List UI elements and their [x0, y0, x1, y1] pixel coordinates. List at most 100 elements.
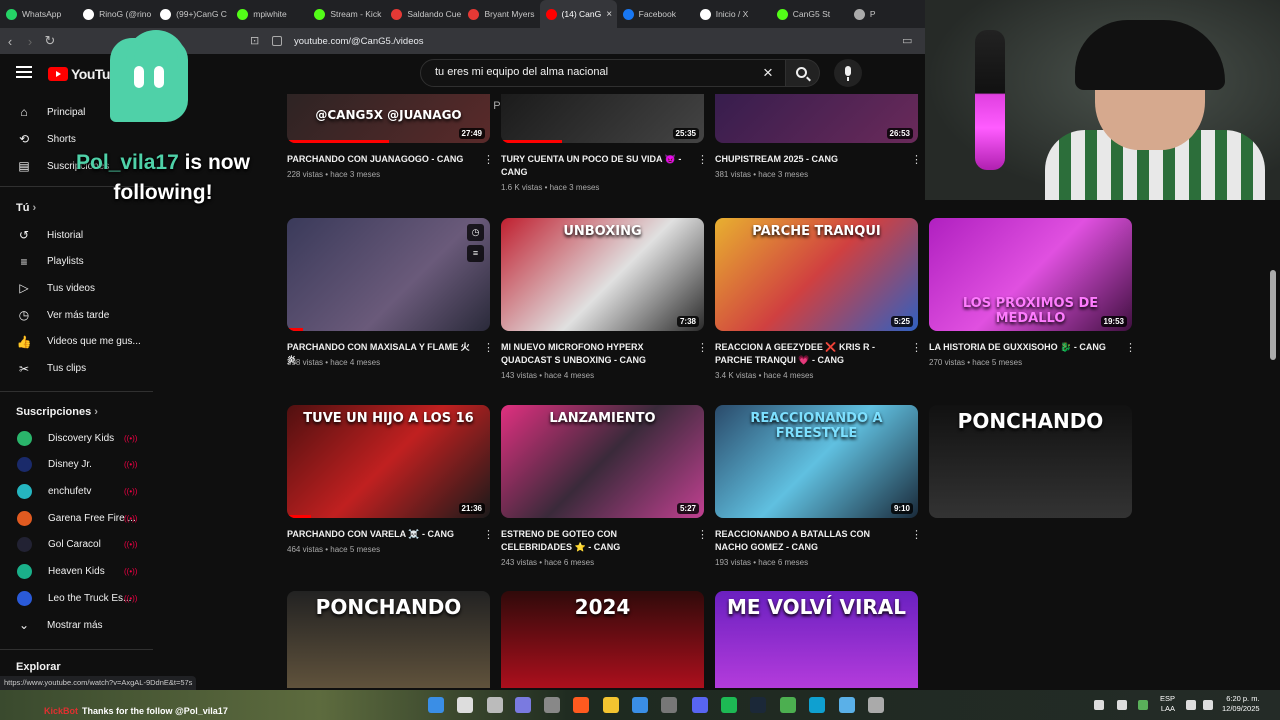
video-thumbnail[interactable]: PONCHANDO [287, 591, 490, 688]
task-view-icon[interactable] [487, 697, 503, 713]
video-thumbnail[interactable]: PARCHE TRANQUI 5:25 [715, 218, 918, 331]
spotify-icon[interactable] [721, 697, 737, 713]
browser-tab[interactable]: Stream - Kick [308, 0, 385, 28]
video-title[interactable]: LA HISTORIA DE GUXXISOHO 🐉 - CANG [929, 341, 1117, 354]
sidebar-subscription[interactable]: Gol Caracol ((•)) [0, 532, 155, 558]
sidebar-subscription[interactable]: Leo the Truck Es... ((•)) [0, 585, 155, 611]
video-title[interactable]: PARCHANDO CON VARELA ☠️ - CANG [287, 528, 475, 541]
sidebar-item-you[interactable]: ✂ Tus clips [0, 356, 155, 382]
app-icon[interactable] [544, 697, 560, 713]
video-thumbnail[interactable]: LOS PROXIMOS DE MEDALLO 19:53 [929, 218, 1132, 331]
edge-icon[interactable] [809, 697, 825, 713]
video-title[interactable]: REACCION A GEEZYDEE ❌ KRIS R - PARCHE TR… [715, 341, 903, 367]
browser-tab[interactable]: CanG5 St [771, 0, 848, 28]
browser-tab[interactable]: Saldando Cue [385, 0, 462, 28]
video-title[interactable]: MI NUEVO MICROFONO HYPERX QUADCAST S UNB… [501, 341, 689, 367]
clear-search-icon[interactable]: × [763, 63, 773, 83]
video-thumbnail[interactable]: ME VOLVÍ VIRAL [715, 591, 918, 688]
sidebar-item-you[interactable]: 👍 Videos que me gus... [0, 329, 155, 355]
sidebar-item-you[interactable]: ◷ Ver más tarde [0, 302, 155, 328]
discord-icon[interactable] [692, 697, 708, 713]
speaker-icon[interactable] [1203, 700, 1213, 710]
search-button[interactable] [786, 59, 820, 87]
voice-search-icon[interactable] [834, 59, 862, 87]
language-indicator[interactable]: ESP LAA [1160, 694, 1175, 714]
browser-tab[interactable]: WhatsApp [0, 0, 77, 28]
sidebar-subscription[interactable]: Disney Jr. ((•)) [0, 452, 155, 478]
video-thumbnail[interactable]: PONCHANDO [929, 405, 1132, 518]
browser-tab[interactable]: Inicio / X [694, 0, 771, 28]
forward-icon[interactable]: › [20, 34, 40, 49]
page-scrollbar[interactable] [1270, 270, 1276, 360]
video-card[interactable]: PARCHE TRANQUI 5:25 REACCION A GEEZYDEE ❌ … [715, 218, 922, 380]
tab-search-icon[interactable]: ▭ [902, 34, 912, 47]
video-thumbnail[interactable]: TUVE UN HIJO A LOS 16 21:36 [287, 405, 490, 518]
app2-icon[interactable] [839, 697, 855, 713]
video-thumbnail[interactable]: ◷ ≡ [287, 218, 490, 331]
sidebar-you-header[interactable]: Tú › [16, 202, 36, 214]
windows-start-icon[interactable] [428, 697, 444, 713]
chrome-icon[interactable] [780, 697, 796, 713]
video-title[interactable]: CHUPISTREAM 2025 - CANG [715, 153, 903, 166]
video-card[interactable]: @CANG5X @JUANAGO 27:49 PARCHANDO CON JUANA… [287, 94, 494, 179]
battery-icon[interactable] [1186, 700, 1196, 710]
app3-icon[interactable] [868, 697, 884, 713]
video-card[interactable]: 2024 [501, 591, 704, 688]
sidebar-subscriptions-header[interactable]: Suscripciones › [16, 406, 98, 418]
browser-tab[interactable]: (14) CanG × [539, 0, 617, 28]
video-thumbnail[interactable]: LANZAMIENTO 5:27 [501, 405, 704, 518]
video-card[interactable]: ME VOLVÍ VIRAL [715, 591, 918, 688]
video-card[interactable]: 25:35 TURY CUENTA UN POCO DE SU VIDA 👿 - … [501, 94, 708, 192]
video-thumbnail[interactable]: 2024 [501, 591, 704, 688]
search-icon[interactable] [457, 697, 473, 713]
browser-tab[interactable]: Facebook [617, 0, 694, 28]
video-card[interactable]: REACCIONANDO A FREESTYLE 9:10 REACCIONANDO… [715, 405, 922, 567]
video-title[interactable]: TURY CUENTA UN POCO DE SU VIDA 👿 - CANG [501, 153, 689, 179]
sidebar-item-you[interactable]: ▷ Tus videos [0, 275, 155, 301]
tool-icon[interactable] [661, 697, 677, 713]
browser-tab[interactable]: (99+)CanG C [154, 0, 231, 28]
store-icon[interactable] [632, 697, 648, 713]
more-options-icon[interactable]: ⋮ [483, 341, 494, 354]
more-options-icon[interactable]: ⋮ [911, 341, 922, 354]
more-options-icon[interactable]: ⋮ [911, 528, 922, 541]
sidebar-item-you[interactable]: ↺ Historial [0, 222, 155, 248]
tab-close-icon[interactable]: × [606, 9, 612, 20]
site-info-icon[interactable] [272, 36, 282, 46]
url-field[interactable]: youtube.com/@CanG5./videos [272, 33, 424, 49]
video-thumbnail[interactable]: 25:35 [501, 94, 704, 143]
brave-browser-icon[interactable] [573, 697, 589, 713]
reload-icon[interactable]: ↻ [40, 33, 60, 49]
sidebar-show-more[interactable]: ⌄ Mostrar más [0, 612, 155, 638]
add-to-queue-icon[interactable]: ≡ [467, 245, 484, 262]
menu-icon[interactable] [16, 66, 32, 78]
wifi-icon[interactable] [1117, 700, 1127, 710]
video-title[interactable]: PARCHANDO CON JUANAGOGO - CANG [287, 153, 475, 166]
more-options-icon[interactable]: ⋮ [911, 153, 922, 166]
search-box[interactable]: × [420, 59, 786, 87]
more-options-icon[interactable]: ⋮ [1125, 341, 1136, 354]
video-thumbnail[interactable]: 26:53 [715, 94, 918, 143]
video-card[interactable]: LOS PROXIMOS DE MEDALLO 19:53 LA HISTORIA … [929, 218, 1136, 367]
browser-tab[interactable]: P [848, 0, 925, 28]
video-thumbnail[interactable]: UNBOXING 7:38 [501, 218, 704, 331]
video-title[interactable]: ESTRENO DE GOTEO CON CELEBRIDADES ⭐ - CA… [501, 528, 689, 554]
video-card[interactable]: PONCHANDO [287, 591, 490, 688]
file-explorer-icon[interactable] [603, 697, 619, 713]
video-card[interactable]: ◷ ≡ PARCHANDO CON MAXISALA Y FLAME 火炎 398 v… [287, 218, 494, 367]
video-thumbnail[interactable]: REACCIONANDO A FREESTYLE 9:10 [715, 405, 918, 518]
video-card[interactable]: PONCHANDO [929, 405, 1132, 518]
sidebar-subscription[interactable]: enchufetv ((•)) [0, 478, 155, 504]
steam-icon[interactable] [750, 697, 766, 713]
meet-icon[interactable] [515, 697, 531, 713]
system-clock[interactable]: 6:20 p. m. 12/09/2025 [1222, 694, 1260, 714]
more-options-icon[interactable]: ⋮ [483, 153, 494, 166]
more-options-icon[interactable]: ⋮ [697, 528, 708, 541]
browser-tab[interactable]: RinoG (@rino [77, 0, 154, 28]
video-card[interactable]: LANZAMIENTO 5:27 ESTRENO DE GOTEO CON CELE… [501, 405, 708, 567]
more-options-icon[interactable]: ⋮ [697, 153, 708, 166]
sidebar-subscription[interactable]: Heaven Kids ((•)) [0, 559, 155, 585]
browser-tab[interactable]: mpiwhite [231, 0, 308, 28]
more-options-icon[interactable]: ⋮ [483, 528, 494, 541]
search-input[interactable] [435, 66, 755, 78]
